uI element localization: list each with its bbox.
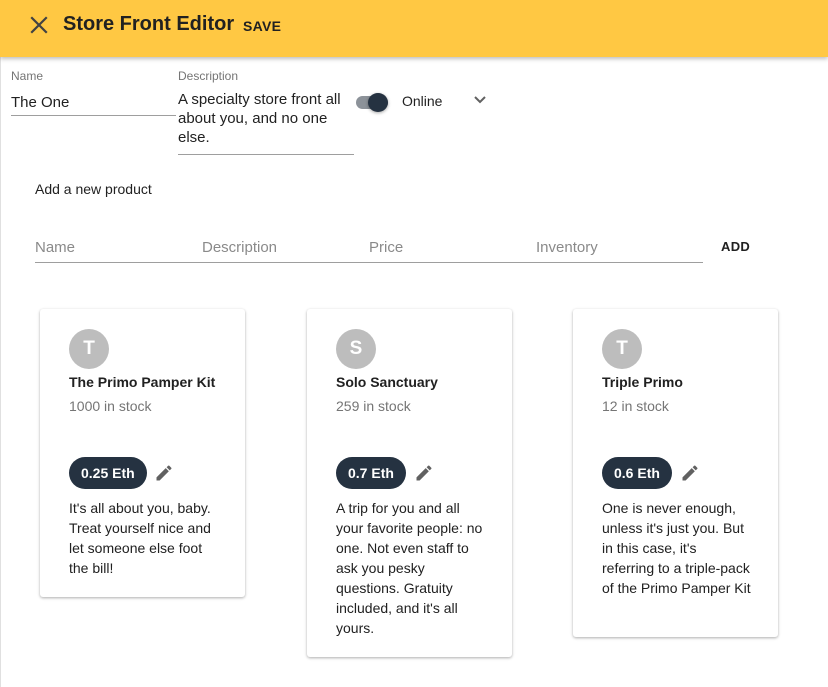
- close-button[interactable]: [28, 14, 50, 36]
- new-product-form: [35, 235, 703, 263]
- product-name: Triple Primo: [602, 374, 683, 390]
- product-description: It's all about you, baby. Treat yourself…: [69, 500, 211, 576]
- page-title: Store Front Editor: [63, 13, 235, 35]
- add-product-heading: Add a new product: [35, 181, 152, 197]
- product-name-input[interactable]: [35, 235, 185, 259]
- add-product-button[interactable]: ADD: [721, 239, 750, 254]
- pencil-icon: [682, 465, 698, 481]
- product-stock: 1000 in stock: [69, 398, 152, 414]
- store-description-input[interactable]: A specialty store front all about you, a…: [178, 90, 354, 155]
- store-description-label: Description: [178, 69, 239, 83]
- product-card: S Solo Sanctuary 259 in stock 0.7 Eth A …: [307, 309, 512, 657]
- close-icon: [30, 16, 48, 34]
- edit-price-button[interactable]: [154, 463, 174, 483]
- product-stock: 259 in stock: [336, 398, 411, 414]
- product-description: A trip for you and all your favorite peo…: [336, 500, 483, 636]
- price-chip: 0.6 Eth: [602, 457, 672, 489]
- toggle-thumb: [368, 93, 388, 112]
- save-button[interactable]: SAVE: [243, 18, 281, 34]
- price-chip: 0.25 Eth: [69, 457, 147, 489]
- store-name-input[interactable]: [11, 89, 176, 116]
- product-name: Solo Sanctuary: [336, 374, 438, 390]
- online-toggle[interactable]: [354, 93, 390, 112]
- product-name: The Primo Pamper Kit: [69, 374, 216, 390]
- chevron-down-icon[interactable]: [473, 95, 487, 105]
- avatar: T: [69, 329, 109, 369]
- edit-price-button[interactable]: [414, 463, 434, 483]
- product-description-input[interactable]: [202, 235, 352, 259]
- edit-price-button[interactable]: [680, 463, 700, 483]
- product-stock: 12 in stock: [602, 398, 669, 414]
- left-border: [0, 57, 1, 687]
- product-card: T The Primo Pamper Kit 1000 in stock 0.2…: [40, 309, 245, 597]
- product-description: One is never enough, unless it's just yo…: [602, 500, 751, 596]
- pencil-icon: [416, 465, 432, 481]
- status-select[interactable]: Online: [402, 93, 442, 109]
- product-card: T Triple Primo 12 in stock 0.6 Eth One i…: [573, 309, 778, 637]
- avatar: S: [336, 329, 376, 369]
- product-price-input[interactable]: [369, 235, 519, 259]
- pencil-icon: [156, 465, 172, 481]
- avatar: T: [602, 329, 642, 369]
- store-name-label: Name: [11, 69, 44, 83]
- product-inventory-input[interactable]: [536, 235, 686, 259]
- app-bar: Store Front Editor SAVE: [0, 0, 828, 57]
- price-chip: 0.7 Eth: [336, 457, 406, 489]
